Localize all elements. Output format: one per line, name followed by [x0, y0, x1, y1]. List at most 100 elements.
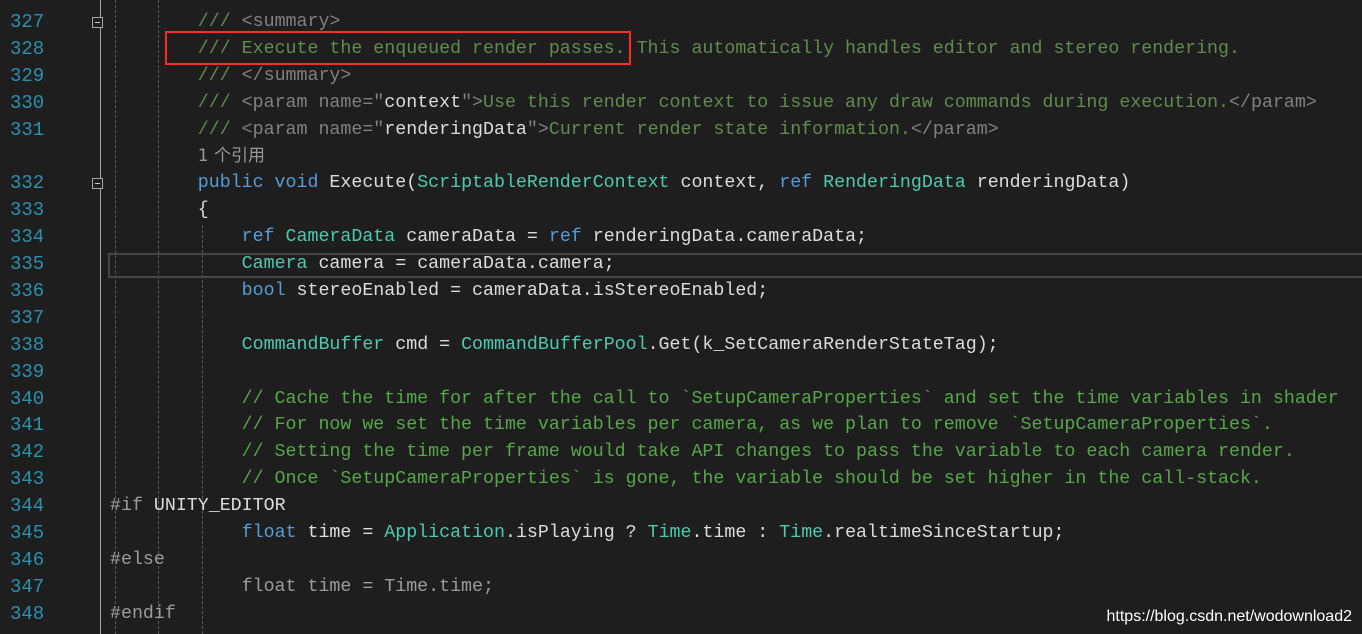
- code-text: #else: [110, 547, 165, 574]
- code-token: Time: [779, 523, 824, 543]
- code-token: public void: [197, 173, 330, 194]
- code-token: </param>: [1229, 92, 1317, 113]
- code-line[interactable]: 346 #else: [0, 547, 1362, 574]
- code-token: context,: [669, 173, 780, 194]
- code-text: Camera camera = cameraData.camera;: [110, 251, 615, 278]
- line-number: 338: [10, 333, 45, 356]
- code-text: // Cache the time for after the call to …: [110, 386, 1339, 413]
- collapse-icon[interactable]: [92, 16, 103, 28]
- code-line[interactable]: 340 // Cache the time for after the call…: [0, 386, 1362, 413]
- code-token: ref: [548, 227, 593, 248]
- code-token: bool: [241, 280, 286, 301]
- code-token: #if: [110, 496, 154, 517]
- code-token: // Once `SetupCameraProperties` is gone,…: [110, 469, 1262, 490]
- code-token: float: [241, 523, 297, 543]
- line-number: 346: [10, 548, 45, 571]
- code-token: ref: [779, 173, 824, 194]
- code-editor[interactable]: 326327 /// <summary>328 /// Execute the …: [0, 0, 1362, 634]
- code-token: #endif: [110, 603, 176, 624]
- code-line[interactable]: 341 // For now we set the time variables…: [0, 412, 1362, 439]
- line-number: 326: [10, 0, 50, 9]
- code-line[interactable]: 329 /// </summary>: [0, 63, 1362, 90]
- code-line[interactable]: 330 /// <param name="context">Use this r…: [0, 90, 1362, 117]
- code-text: // For now we set the time variables per…: [110, 412, 1273, 439]
- line-number: 329: [10, 64, 45, 87]
- code-token: name=": [318, 119, 385, 140]
- code-line[interactable]: 345 float time = Application.isPlaying ?…: [0, 520, 1362, 547]
- code-text: float time = Time.time;: [110, 574, 494, 601]
- line-number: 347: [10, 575, 45, 598]
- line-number: 343: [10, 468, 45, 491]
- line-number: 333: [10, 199, 45, 222]
- code-line[interactable]: 342 // Setting the time per frame would …: [0, 439, 1362, 466]
- code-token: ScriptableRenderContext: [417, 173, 670, 194]
- code-token: // Cache the time for after the call to …: [110, 388, 1339, 409]
- code-token: ref: [241, 227, 286, 248]
- code-line[interactable]: 337: [0, 305, 1362, 332]
- code-token: time =: [296, 523, 385, 543]
- code-token: <summary>: [241, 11, 341, 32]
- code-line[interactable]: 339: [0, 359, 1362, 386]
- codelens-references[interactable]: 1 个引用: [198, 146, 265, 166]
- code-line[interactable]: 343 // Once `SetupCameraProperties` is g…: [0, 466, 1362, 493]
- line-number: 348: [10, 602, 45, 625]
- code-token: cameraData =: [395, 227, 549, 248]
- code-line[interactable]: 333 {: [0, 197, 1362, 224]
- code-line[interactable]: 347 float time = Time.time;: [0, 574, 1362, 601]
- code-token: </param>: [910, 119, 999, 140]
- code-token: CameraData: [285, 227, 396, 248]
- code-token: stereoEnabled = cameraData.isStereoEnabl…: [285, 280, 769, 301]
- code-token: <param: [241, 92, 319, 113]
- line-number: 328: [10, 37, 45, 60]
- code-text: /// </summary>: [110, 63, 352, 90]
- line-number: 334: [10, 226, 45, 249]
- code-token: cmd =: [384, 334, 462, 355]
- code-token: Use this render context to issue any dra…: [483, 92, 1230, 113]
- line-number: 327: [10, 10, 45, 33]
- line-number: 332: [10, 172, 45, 195]
- code-line[interactable]: 1 个引用: [0, 143, 1362, 170]
- code-token: .Get(k_SetCameraRenderStateTag);: [647, 334, 999, 355]
- code-text: CommandBuffer cmd = CommandBufferPool.Ge…: [110, 332, 999, 359]
- code-token: // Setting the time per frame would take…: [110, 442, 1295, 463]
- code-token: CommandBufferPool: [461, 334, 648, 355]
- code-token: </summary>: [241, 65, 352, 86]
- watermark: https://blog.csdn.net/wodownload2: [1106, 608, 1353, 625]
- line-number: 340: [10, 387, 45, 410]
- code-line[interactable]: 336 bool stereoEnabled = cameraData.isSt…: [0, 278, 1362, 305]
- code-token: CommandBuffer: [241, 334, 385, 355]
- code-line[interactable]: 332 public void Execute(ScriptableRender…: [0, 170, 1362, 197]
- code-text: bool stereoEnabled = cameraData.isStereo…: [110, 278, 769, 305]
- code-token: // For now we set the time variables per…: [110, 415, 1273, 436]
- line-number: 342: [10, 441, 45, 464]
- code-line[interactable]: 326: [0, 0, 1362, 9]
- code-text: #endif: [110, 601, 176, 628]
- code-token: renderingData.cameraData;: [592, 227, 868, 248]
- code-text: ref CameraData cameraData = ref renderin…: [110, 224, 867, 251]
- line-number: 335: [10, 253, 45, 275]
- code-token: .time :: [691, 523, 780, 543]
- code-line[interactable]: 335 Camera camera = cameraData.camera;: [0, 251, 1362, 278]
- code-token: context: [384, 92, 462, 113]
- code-text: float time = Application.isPlaying ? Tim…: [110, 520, 1065, 547]
- code-token: Time: [647, 523, 692, 543]
- code-text: // Setting the time per frame would take…: [110, 439, 1295, 466]
- code-line[interactable]: 344 #if UNITY_EDITOR: [0, 493, 1362, 520]
- code-line[interactable]: 338 CommandBuffer cmd = CommandBufferPoo…: [0, 332, 1362, 359]
- code-token: {: [110, 200, 209, 221]
- code-text: public void Execute(ScriptableRenderCont…: [110, 170, 1131, 197]
- code-line[interactable]: 331 /// <param name="renderingData">Curr…: [0, 117, 1362, 144]
- code-token: Camera: [241, 254, 308, 274]
- code-token: UNITY_EDITOR: [153, 496, 286, 517]
- collapse-icon[interactable]: [92, 178, 103, 190]
- code-token: ///: [197, 92, 242, 113]
- code-token: ///: [197, 11, 242, 32]
- code-token: #else: [110, 549, 165, 570]
- code-line[interactable]: 334 ref CameraData cameraData = ref rend…: [0, 224, 1362, 251]
